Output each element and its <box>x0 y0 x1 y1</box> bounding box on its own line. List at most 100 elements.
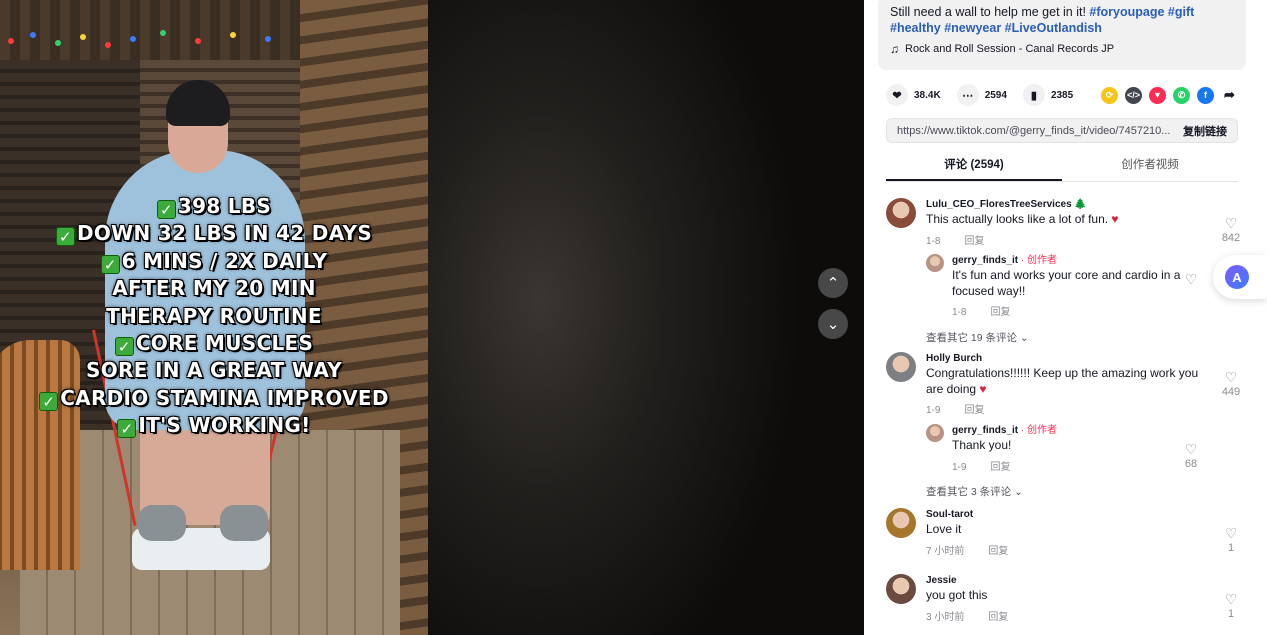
comment-body: Holly Burch Congratulations!!!!!! Keep up… <box>926 352 1216 416</box>
music-title[interactable]: Rock and Roll Session - Canal Records JP <box>905 43 1114 55</box>
caption-line-text: CORE MUSCLES <box>135 331 314 356</box>
comment-like-count: 68 <box>1184 458 1198 470</box>
video-frame[interactable]: ✓ 398 LBS ✓ DOWN 32 LBS IN 42 DAYS ✓ 6 MINS /… <box>0 0 428 635</box>
avatar[interactable] <box>886 352 916 382</box>
heart-icon[interactable]: ❤ <box>886 84 908 106</box>
reply-button[interactable]: 回复 <box>988 546 1008 557</box>
comment-text: you got this <box>926 588 1216 604</box>
whatsapp-icon[interactable]: ✆ <box>1173 86 1190 104</box>
comment-text-content: you got this <box>926 588 988 602</box>
tab-creator-videos[interactable]: 创作者视频 <box>1062 152 1238 181</box>
caption-line: ✓ 398 LBS <box>28 193 400 220</box>
reply-button[interactable]: 回复 <box>964 405 984 416</box>
avatar[interactable] <box>886 508 916 538</box>
heart-outline-icon[interactable]: ♡ <box>1176 442 1206 457</box>
hashtag-link[interactable]: #gift <box>1168 5 1194 19</box>
assistant-icon: A <box>1225 265 1249 289</box>
send-icon[interactable]: ▼ <box>1149 86 1166 104</box>
music-note-icon: ♫ <box>890 42 899 56</box>
comment-like-count: 449 <box>1221 386 1241 398</box>
save-stat[interactable]: ▮ 2385 <box>1022 84 1073 106</box>
music-row[interactable]: ♫ Rock and Roll Session - Canal Records … <box>890 42 1234 56</box>
comment-text: Love it <box>926 522 1216 538</box>
embed-icon[interactable]: </> <box>1125 86 1142 104</box>
share-buttons: ⟳ </> ▼ ✆ f ➦ <box>1101 86 1238 104</box>
avatar[interactable] <box>886 198 916 228</box>
avatar[interactable] <box>926 254 944 272</box>
comment-meta: 1-8 回复 <box>926 232 1216 247</box>
comment-username[interactable]: Holly Burch <box>926 352 1216 366</box>
comment-meta: 3 小时前 回复 <box>926 608 1216 623</box>
comment-like-button[interactable]: ♡ <box>1176 272 1206 287</box>
video-stage[interactable]: ✓ 398 LBS ✓ DOWN 32 LBS IN 42 DAYS ✓ 6 MINS /… <box>0 0 864 635</box>
avatar[interactable] <box>926 424 944 442</box>
copy-link-button[interactable]: 复制链接 <box>1183 123 1227 139</box>
share-arrow-icon[interactable]: ➦ <box>1221 86 1238 104</box>
creator-badge: · 创作者 <box>1020 425 1058 436</box>
caption-line: ✓ 6 MINS / 2X DAILY <box>28 248 400 275</box>
comment-icon[interactable]: ⋯ <box>956 84 979 106</box>
comment-like-count: 842 <box>1221 232 1241 244</box>
next-video-button[interactable]: ⌄ <box>818 309 848 339</box>
hashtag-link[interactable]: #newyear <box>944 21 1001 35</box>
comment-like-button[interactable]: ♡ 449 <box>1216 370 1246 399</box>
view-more-replies-button[interactable]: 查看其它 3 条评论 ⌄ <box>926 484 1023 499</box>
username-text[interactable]: gerry_finds_it <box>952 255 1018 266</box>
description-card: Still need a wall to help me get in it! … <box>878 0 1246 70</box>
heart-outline-icon[interactable]: ♡ <box>1176 272 1206 287</box>
reply-button[interactable]: 回复 <box>988 612 1008 623</box>
comment-body: Jessie you got this 3 小时前 回复 <box>926 574 1216 623</box>
comment-like-button[interactable]: ♡ 842 <box>1216 216 1246 245</box>
floating-assistant-button[interactable]: A <box>1213 255 1267 299</box>
comment-list: Lulu_CEO_FloresTreeServices 🌲 This actual… <box>864 192 1267 635</box>
comment-username[interactable]: Soul-tarot <box>926 508 1216 522</box>
username-text[interactable]: Lulu_CEO_FloresTreeServices 🌲 <box>926 199 1087 210</box>
avatar[interactable] <box>886 574 916 604</box>
heart-outline-icon[interactable]: ♡ <box>1216 526 1246 541</box>
comment-date: 1-8 <box>952 307 967 318</box>
caption-line-text: SORE IN A GREAT WAY <box>86 358 342 383</box>
video-caption-overlay: ✓ 398 LBS ✓ DOWN 32 LBS IN 42 DAYS ✓ 6 MINS /… <box>28 193 400 440</box>
comment-like-button[interactable]: ♡ 1 <box>1216 526 1246 555</box>
heart-outline-icon[interactable]: ♡ <box>1216 592 1246 607</box>
action-bar: ❤ 38.4K ⋯ 2594 ▮ 2385 ⟳ </> ▼ ✆ f ➦ <box>886 84 1238 106</box>
previous-video-button[interactable]: ⌃ <box>818 268 848 298</box>
username-text[interactable]: Jessie <box>926 575 957 586</box>
heart-outline-icon[interactable]: ♡ <box>1216 216 1246 231</box>
reply-button[interactable]: 回复 <box>964 236 984 247</box>
comment-username[interactable]: Lulu_CEO_FloresTreeServices 🌲 <box>926 198 1216 212</box>
comment-text-content: Love it <box>926 522 962 536</box>
reply-button[interactable]: 回复 <box>990 462 1010 473</box>
username-text[interactable]: Soul-tarot <box>926 509 973 520</box>
hashtag-link[interactable]: #LiveOutlandish <box>1005 21 1102 35</box>
hashtag-link[interactable]: #foryoupage <box>1089 5 1164 19</box>
comment-username[interactable]: gerry_finds_it · 创作者 <box>952 424 1202 438</box>
bookmark-icon[interactable]: ▮ <box>1022 84 1045 106</box>
caption-line-text: CARDIO STAMINA IMPROVED <box>60 385 389 410</box>
view-more-replies-button[interactable]: 查看其它 19 条评论 ⌄ <box>926 330 1029 345</box>
comment-like-button[interactable]: ♡ 68 <box>1176 442 1206 471</box>
username-text[interactable]: gerry_finds_it <box>952 425 1018 436</box>
heart-outline-icon[interactable]: ♡ <box>1216 370 1246 385</box>
caption-line: ✓ DOWN 32 LBS IN 42 DAYS <box>28 220 400 247</box>
comment-username[interactable]: gerry_finds_it · 创作者 <box>952 254 1202 268</box>
shoe-right <box>220 505 268 541</box>
comment-username[interactable]: Jessie <box>926 574 1216 588</box>
comment-date: 3 小时前 <box>926 611 965 623</box>
comment-like-button[interactable]: ♡ 1 <box>1216 592 1246 621</box>
comment-meta: 7 小时前 回复 <box>926 542 1216 557</box>
tab-comments[interactable]: 评论 (2594) <box>886 152 1062 181</box>
comment-like-count: 1 <box>1227 608 1235 620</box>
checkmark-icon: ✓ <box>114 337 134 357</box>
facebook-icon[interactable]: f <box>1197 86 1214 104</box>
hashtag-link[interactable]: #healthy <box>890 21 941 35</box>
repost-icon[interactable]: ⟳ <box>1101 86 1118 104</box>
username-text[interactable]: Holly Burch <box>926 353 982 364</box>
shoe-left <box>138 505 186 541</box>
reply-button[interactable]: 回复 <box>990 307 1010 318</box>
video-link[interactable]: https://www.tiktok.com/@gerry_finds_it/v… <box>897 125 1175 137</box>
like-stat[interactable]: ❤ 38.4K <box>886 84 941 106</box>
comment-stat[interactable]: ⋯ 2594 <box>956 84 1007 106</box>
caption-line-text: 398 LBS <box>177 194 272 218</box>
chevron-up-icon: ⌃ <box>826 275 840 292</box>
